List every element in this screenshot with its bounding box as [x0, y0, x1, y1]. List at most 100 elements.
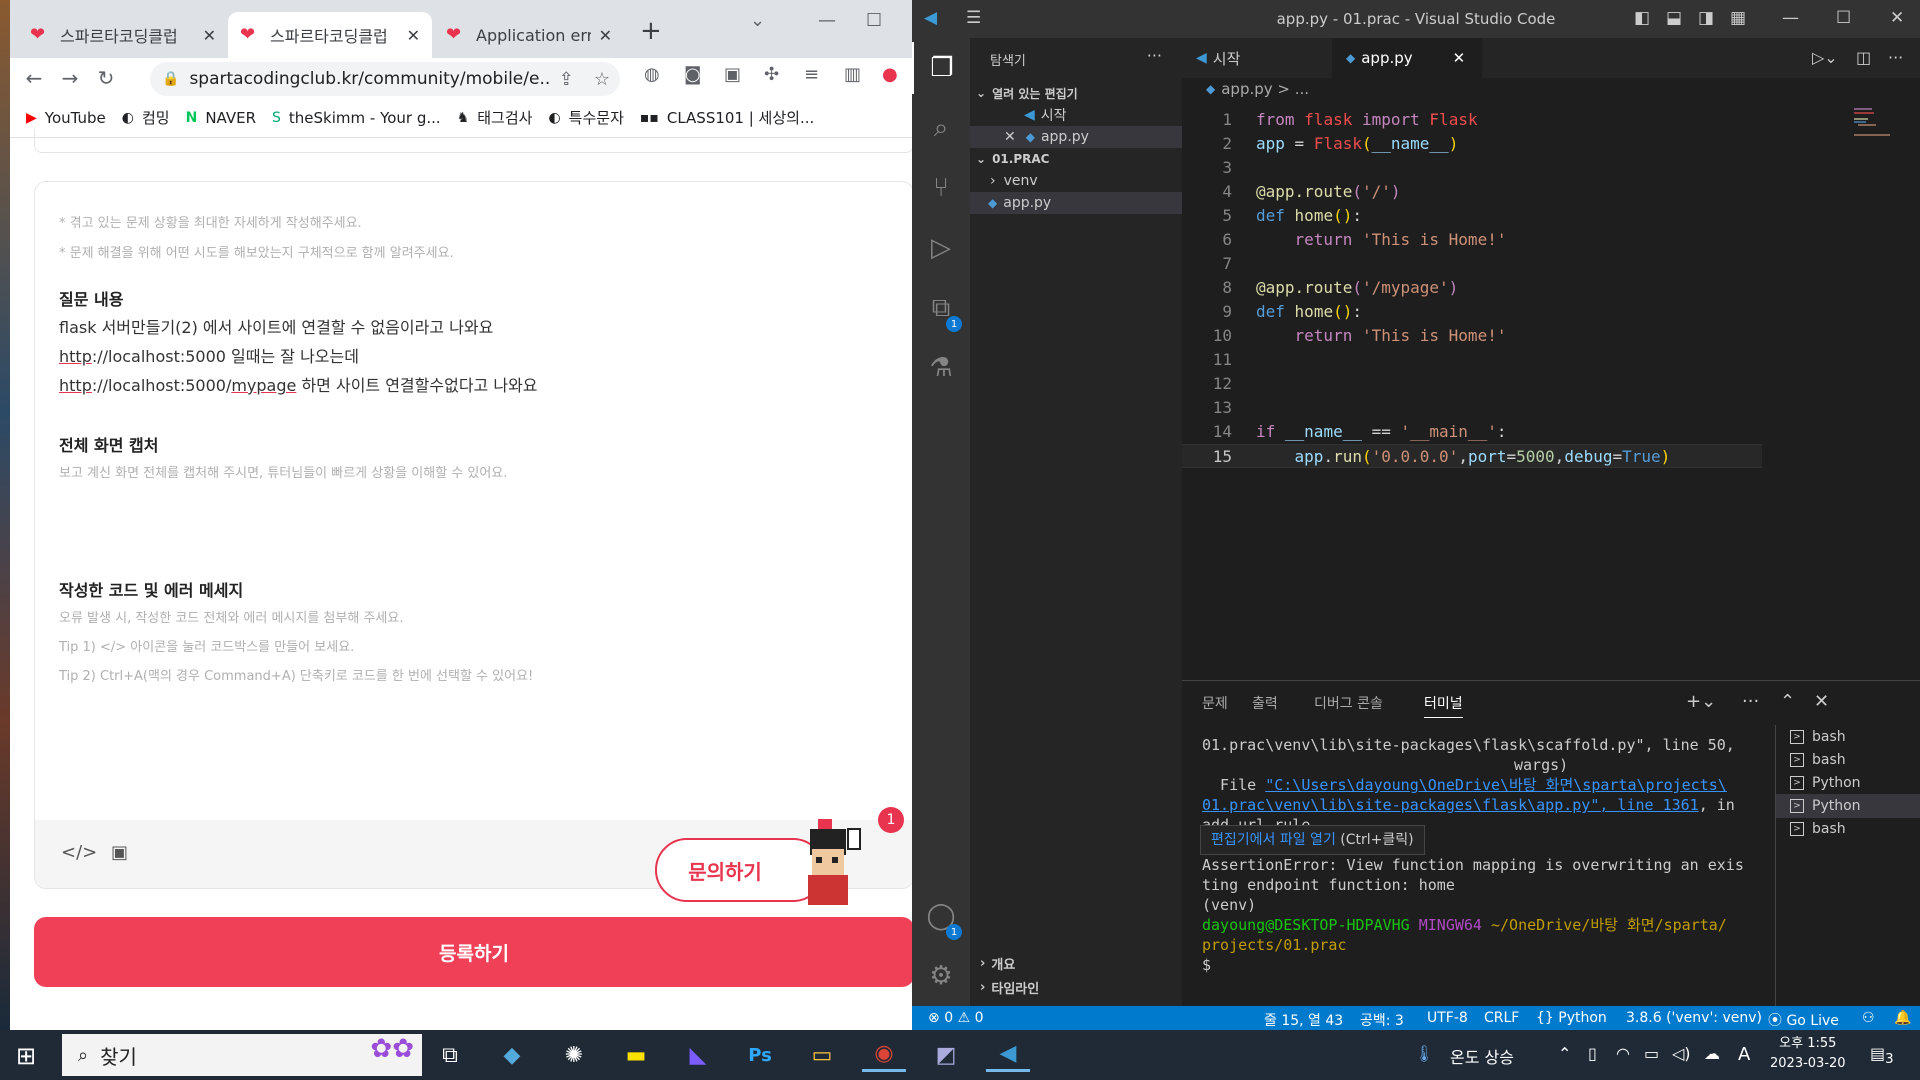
media-queue-icon[interactable]: ≡	[804, 64, 819, 85]
timeline-section[interactable]: › 타임라인	[970, 976, 1182, 998]
tab-output[interactable]: 출력	[1252, 693, 1278, 713]
accounts-status-icon[interactable]: ⚇	[1862, 1010, 1875, 1026]
testing-flask-icon[interactable]: ⚗	[912, 342, 970, 394]
terminal-output[interactable]: 01.prac\venv\lib\site-packages\flask\sca…	[1182, 735, 1772, 1015]
share-icon[interactable]: ⇪	[559, 69, 574, 90]
settings-gear-icon[interactable]: ⚙	[912, 950, 970, 1002]
taskbar-search[interactable]: ⌕ 찾기 ✿✿	[62, 1034, 422, 1076]
go-live-button[interactable]: ⦿ Go Live	[1768, 1010, 1839, 1030]
puzzle-extensions-icon[interactable]: ✣	[764, 64, 779, 85]
more-actions-icon[interactable]: ···	[1888, 48, 1903, 67]
close-icon[interactable]: ✕	[1453, 49, 1466, 67]
close-tab-icon[interactable]: ✕	[407, 26, 420, 45]
windows-start-icon[interactable]: ⊞	[16, 1042, 36, 1070]
new-tab-button[interactable]: +	[640, 16, 662, 46]
volume-icon[interactable]: ◁)	[1672, 1044, 1691, 1063]
weather-text[interactable]: 온도 상승	[1450, 1044, 1514, 1068]
file-explorer-icon[interactable]: ▭	[800, 1038, 844, 1072]
run-python-file-icon[interactable]: ▷⌄	[1812, 48, 1838, 67]
app-anemone-icon[interactable]: ✺	[552, 1038, 596, 1072]
file-item-app-py[interactable]: ◆ app.py	[970, 192, 1182, 214]
cursor-position[interactable]: 줄 15, 열 43	[1264, 1010, 1343, 1030]
task-view-icon[interactable]: ⧉	[428, 1038, 472, 1072]
network-cloud-icon[interactable]: ☁	[1704, 1044, 1720, 1063]
bookmark-star-icon[interactable]: ☆	[594, 69, 610, 90]
bookmark-special-chars[interactable]: ◐ 특수문자	[548, 107, 623, 128]
interpreter-status[interactable]: 3.8.6 ('venv': venv)	[1626, 1010, 1762, 1026]
clock[interactable]: 오후 1:55 2023-03-20	[1770, 1034, 1846, 1074]
split-editor-icon[interactable]: ◫	[1856, 48, 1871, 67]
toggle-secondary-sidebar-icon[interactable]: ◨	[1698, 8, 1714, 28]
explorer-icon[interactable]: ❐	[912, 42, 970, 94]
notification-center-icon[interactable]: ▤3	[1870, 1044, 1894, 1067]
open-editor-item-app-py[interactable]: ✕ ◆ app.py	[970, 126, 1182, 148]
folder-item-venv[interactable]: › venv	[970, 170, 1182, 192]
bookmark-naver[interactable]: N NAVER	[186, 109, 256, 127]
notifications-bell-icon[interactable]: 🔔	[1894, 1010, 1911, 1026]
breadcrumb[interactable]: ◆ app.py > ...	[1182, 78, 1920, 100]
submit-button[interactable]: 등록하기	[34, 917, 912, 987]
bookmark-tag-check[interactable]: ♞ 태그검사	[457, 107, 533, 128]
close-icon[interactable]: ✕	[1004, 129, 1016, 145]
app-bird-icon[interactable]: ◆	[490, 1038, 534, 1072]
search-icon[interactable]: ⌕	[912, 102, 970, 154]
customize-layout-icon[interactable]: ▦	[1730, 8, 1746, 28]
tray-overflow-chevron-icon[interactable]: ⌃	[1558, 1044, 1571, 1063]
side-panel-icon[interactable]: ▥	[844, 64, 861, 85]
kakaotalk-icon[interactable]: ▬	[614, 1038, 658, 1072]
toggle-panel-icon[interactable]: ⬓	[1666, 8, 1682, 28]
close-tab-icon[interactable]: ✕	[203, 26, 216, 45]
outline-section[interactable]: › 개요	[970, 952, 1182, 974]
maximize-icon[interactable]: ☐	[866, 10, 882, 31]
chrome-icon[interactable]: ◉	[862, 1038, 906, 1072]
more-actions-icon[interactable]: ···	[1147, 46, 1162, 65]
minimap[interactable]	[1854, 108, 1894, 138]
terminal-item[interactable]: > Python	[1776, 771, 1920, 795]
wifi-icon[interactable]: ◠	[1616, 1044, 1630, 1063]
close-icon[interactable]: ✕	[1890, 8, 1904, 28]
tab-terminal[interactable]: 터미널	[1424, 693, 1463, 718]
new-terminal-plus-icon[interactable]: +⌄	[1686, 691, 1716, 712]
code-editor[interactable]: 1 from flask import Flask 2 app = Flask(__…	[1182, 100, 1920, 670]
tab-debug-console[interactable]: 디버그 콘솔	[1314, 693, 1383, 713]
app-tablet-icon[interactable]: ◩	[924, 1038, 968, 1072]
photoshop-icon[interactable]: Ps	[738, 1038, 782, 1072]
profile-avatar[interactable]: ●	[882, 64, 898, 85]
problems-status[interactable]: ⊗ 0 ⚠ 0	[928, 1010, 984, 1026]
open-editor-item-welcome[interactable]: ◀ 시작	[970, 104, 1182, 126]
close-tab-icon[interactable]: ✕	[599, 26, 612, 45]
indentation-status[interactable]: 공백: 3	[1360, 1010, 1404, 1030]
app-chevron-icon[interactable]: ◣	[676, 1038, 720, 1072]
ime-indicator[interactable]: A	[1738, 1044, 1750, 1065]
toggle-sidebar-icon[interactable]: ◧	[1634, 8, 1650, 28]
code-block-icon[interactable]: </>	[61, 842, 97, 863]
extensions-icon[interactable]: ⧉ 1	[912, 282, 970, 334]
terminal-item[interactable]: > bash	[1776, 725, 1920, 749]
bookmark-youtube[interactable]: ▶ YouTube	[26, 109, 106, 127]
encoding-status[interactable]: UTF-8	[1427, 1010, 1468, 1026]
bookmark-class101[interactable]: ▪▪ CLASS101 | 세상의...	[640, 107, 814, 128]
accounts-icon[interactable]: ◯ 1	[912, 890, 970, 942]
tray-device-icon[interactable]: ▯	[1588, 1044, 1597, 1063]
folder-section[interactable]: ⌄ 01.PRAC	[970, 148, 1182, 170]
bookmark-theskimm[interactable]: StheSkimm - Your g...	[272, 109, 441, 127]
close-panel-icon[interactable]: ✕	[1814, 691, 1829, 712]
more-actions-icon[interactable]: ···	[1742, 691, 1759, 712]
open-editors-section[interactable]: ⌄ 열려 있는 편집기	[970, 82, 1182, 104]
question-editor[interactable]: * 겪고 있는 문제 상황을 최대한 자세하게 작성해주세요. * 문제 해결을…	[34, 181, 912, 889]
back-arrow-icon[interactable]: ←	[16, 66, 52, 90]
eol-status[interactable]: CRLF	[1484, 1010, 1519, 1026]
address-bar[interactable]: 🔒 spartacodingclub.kr/community/mobile/e…	[150, 62, 620, 96]
tab-search-icon[interactable]: ⌄	[750, 10, 765, 31]
forward-arrow-icon[interactable]: →	[52, 66, 88, 90]
minimize-icon[interactable]: —	[1782, 8, 1799, 28]
browser-tab-3[interactable]: ❤ Application error ✕	[434, 12, 624, 58]
run-debug-icon[interactable]: ▷	[912, 222, 970, 274]
browser-tab-1[interactable]: ❤ 스파르타코딩클럽 ✕	[18, 12, 228, 58]
battery-icon[interactable]: ▭	[1644, 1044, 1659, 1063]
mascot-character-icon[interactable]	[800, 819, 870, 909]
source-control-icon[interactable]: ⑂	[912, 162, 970, 214]
terminal-item[interactable]: > Python	[1776, 794, 1920, 818]
tab-welcome[interactable]: ◀ 시작	[1182, 38, 1332, 78]
reload-icon[interactable]: ↻	[88, 66, 124, 90]
